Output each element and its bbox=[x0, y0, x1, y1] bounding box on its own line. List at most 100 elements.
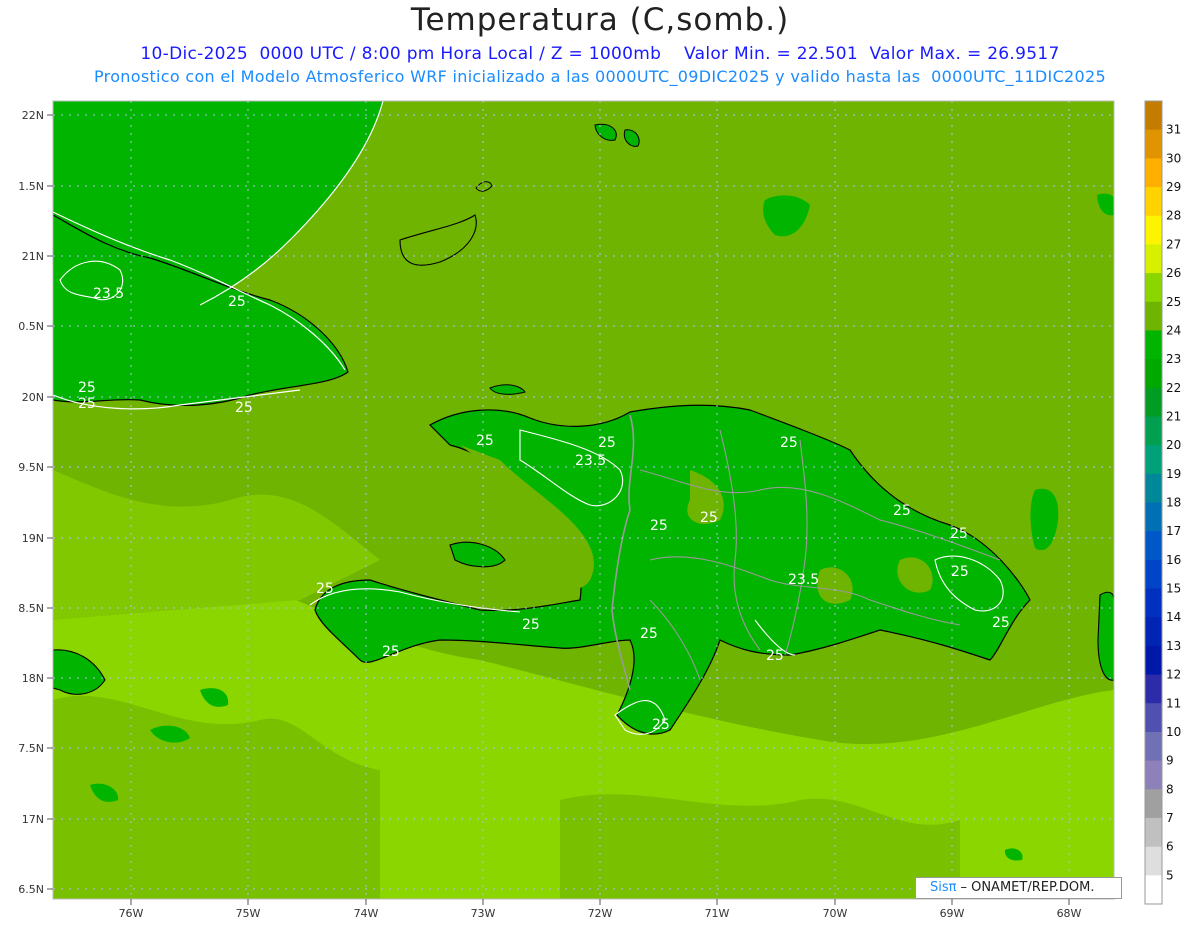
colorbar-swatch bbox=[1145, 416, 1162, 446]
colorbar: 31 30 29 28 27 26 25 24 23 22 21 20 19 18 17 16 15 14 13 12… bbox=[1144, 100, 1181, 905]
colorbar-label: 27 bbox=[1166, 237, 1181, 251]
colorbar-swatch bbox=[1145, 645, 1162, 676]
colorbar-swatch bbox=[1145, 502, 1162, 532]
contour-label: 25 bbox=[992, 615, 1010, 631]
colorbar-swatch bbox=[1145, 588, 1162, 618]
lon-label: 73W bbox=[471, 907, 496, 920]
contour-label: 25 bbox=[78, 396, 96, 412]
lon-label: 72W bbox=[588, 907, 613, 920]
colorbar-swatch bbox=[1145, 330, 1162, 360]
colorbar-label: 24 bbox=[1166, 323, 1181, 337]
colorbar-label: 14 bbox=[1166, 610, 1181, 624]
lat-label: 7.5N bbox=[18, 742, 44, 755]
colorbar-swatch bbox=[1145, 359, 1162, 389]
contour-label: 25 bbox=[235, 400, 253, 416]
longitude-axis: 76W 75W 74W 73W 72W 71W 70W 69W 68W bbox=[119, 899, 1082, 920]
colorbar-swatch bbox=[1145, 445, 1162, 475]
colorbar-label: 15 bbox=[1166, 582, 1181, 596]
lat-label: 21N bbox=[22, 250, 44, 263]
contour-label: 23.5 bbox=[788, 572, 819, 588]
contour-label: 23.5 bbox=[93, 286, 124, 302]
lon-label: 74W bbox=[354, 907, 379, 920]
sispi-logo-text: Sisπ bbox=[930, 880, 957, 895]
latitude-axis: 22N 1.5N 21N 0.5N 20N 9.5N 19N 8.5N 18N … bbox=[18, 109, 53, 896]
contour-label: 25 bbox=[950, 526, 968, 542]
colorbar-label: 13 bbox=[1166, 639, 1181, 653]
lon-label: 70W bbox=[823, 907, 848, 920]
colorbar-swatch bbox=[1145, 187, 1162, 217]
colorbar-label: 20 bbox=[1166, 438, 1181, 452]
colorbar-swatch bbox=[1145, 617, 1162, 647]
temperature-map: 23.5 25 25 25 25 25 23.5 25 25 25 25 25 … bbox=[18, 100, 1181, 920]
colorbar-label: 30 bbox=[1166, 151, 1181, 165]
credit-box: Sisπ – ONAMET/REP.DOM. bbox=[915, 877, 1122, 899]
lat-label: 17N bbox=[22, 813, 44, 826]
contour-label: 25 bbox=[522, 617, 540, 633]
colorbar-swatch bbox=[1145, 875, 1162, 905]
colorbar-label: 29 bbox=[1166, 180, 1181, 194]
contour-label: 23.5 bbox=[575, 453, 606, 469]
lat-label: 8.5N bbox=[18, 602, 44, 615]
contour-label: 25 bbox=[780, 435, 798, 451]
colorbar-label: 23 bbox=[1166, 352, 1181, 366]
colorbar-label: 16 bbox=[1166, 553, 1181, 567]
lat-label: 6.5N bbox=[18, 883, 44, 896]
lat-label: 0.5N bbox=[18, 320, 44, 333]
colorbar-swatch bbox=[1145, 846, 1162, 876]
contour-label: 25 bbox=[598, 435, 616, 451]
lon-label: 76W bbox=[119, 907, 144, 920]
colorbar-swatch bbox=[1145, 674, 1162, 704]
contour-label: 25 bbox=[766, 648, 784, 664]
contour-label: 25 bbox=[78, 380, 96, 396]
colorbar-label: 9 bbox=[1166, 754, 1174, 768]
contour-label: 25 bbox=[476, 433, 494, 449]
colorbar-label: 26 bbox=[1166, 266, 1181, 280]
colorbar-label: 17 bbox=[1166, 524, 1181, 538]
colorbar-label: 22 bbox=[1166, 381, 1181, 395]
colorbar-label: 28 bbox=[1166, 209, 1181, 223]
colorbar-label: 8 bbox=[1166, 782, 1174, 796]
lat-label: 19N bbox=[22, 532, 44, 545]
lat-label: 20N bbox=[22, 391, 44, 404]
colorbar-label: 10 bbox=[1166, 725, 1181, 739]
lat-label: 22N bbox=[22, 109, 44, 122]
contour-label: 25 bbox=[951, 564, 969, 580]
colorbar-label: 6 bbox=[1166, 840, 1174, 854]
colorbar-swatch bbox=[1145, 817, 1162, 848]
lon-label: 68W bbox=[1057, 907, 1082, 920]
colorbar-swatch bbox=[1145, 473, 1162, 503]
colorbar-label: 19 bbox=[1166, 467, 1181, 481]
colorbar-label: 12 bbox=[1166, 668, 1181, 682]
colorbar-swatch bbox=[1145, 703, 1162, 733]
contour-label: 25 bbox=[652, 717, 670, 733]
colorbar-label: 18 bbox=[1166, 496, 1181, 510]
colorbar-label: 7 bbox=[1166, 811, 1174, 825]
contour-label: 25 bbox=[700, 510, 718, 526]
colorbar-label: 21 bbox=[1166, 409, 1181, 423]
contour-label: 25 bbox=[640, 626, 658, 642]
colorbar-swatch bbox=[1145, 559, 1162, 590]
colorbar-label: 11 bbox=[1166, 696, 1181, 710]
contour-label: 25 bbox=[382, 644, 400, 660]
colorbar-swatch bbox=[1145, 129, 1162, 159]
colorbar-swatch bbox=[1145, 731, 1162, 762]
lat-label: 9.5N bbox=[18, 461, 44, 474]
contour-label: 25 bbox=[316, 581, 334, 597]
contour-label: 25 bbox=[893, 503, 911, 519]
colorbar-swatch bbox=[1145, 387, 1162, 417]
colorbar-swatch bbox=[1145, 158, 1162, 188]
credit-text: – ONAMET/REP.DOM. bbox=[960, 880, 1095, 895]
lon-label: 75W bbox=[236, 907, 261, 920]
colorbar-swatch bbox=[1145, 760, 1162, 790]
lat-label: 18N bbox=[22, 672, 44, 685]
lon-label: 71W bbox=[705, 907, 730, 920]
colorbar-label: 5 bbox=[1166, 868, 1174, 882]
lon-label: 69W bbox=[940, 907, 965, 920]
colorbar-label: 25 bbox=[1166, 295, 1181, 309]
colorbar-swatch bbox=[1145, 215, 1162, 245]
contour-label: 25 bbox=[650, 518, 668, 534]
contour-label: 25 bbox=[228, 294, 246, 310]
colorbar-swatch bbox=[1145, 244, 1162, 274]
colorbar-swatch bbox=[1145, 301, 1162, 331]
colorbar-swatch bbox=[1145, 531, 1162, 561]
